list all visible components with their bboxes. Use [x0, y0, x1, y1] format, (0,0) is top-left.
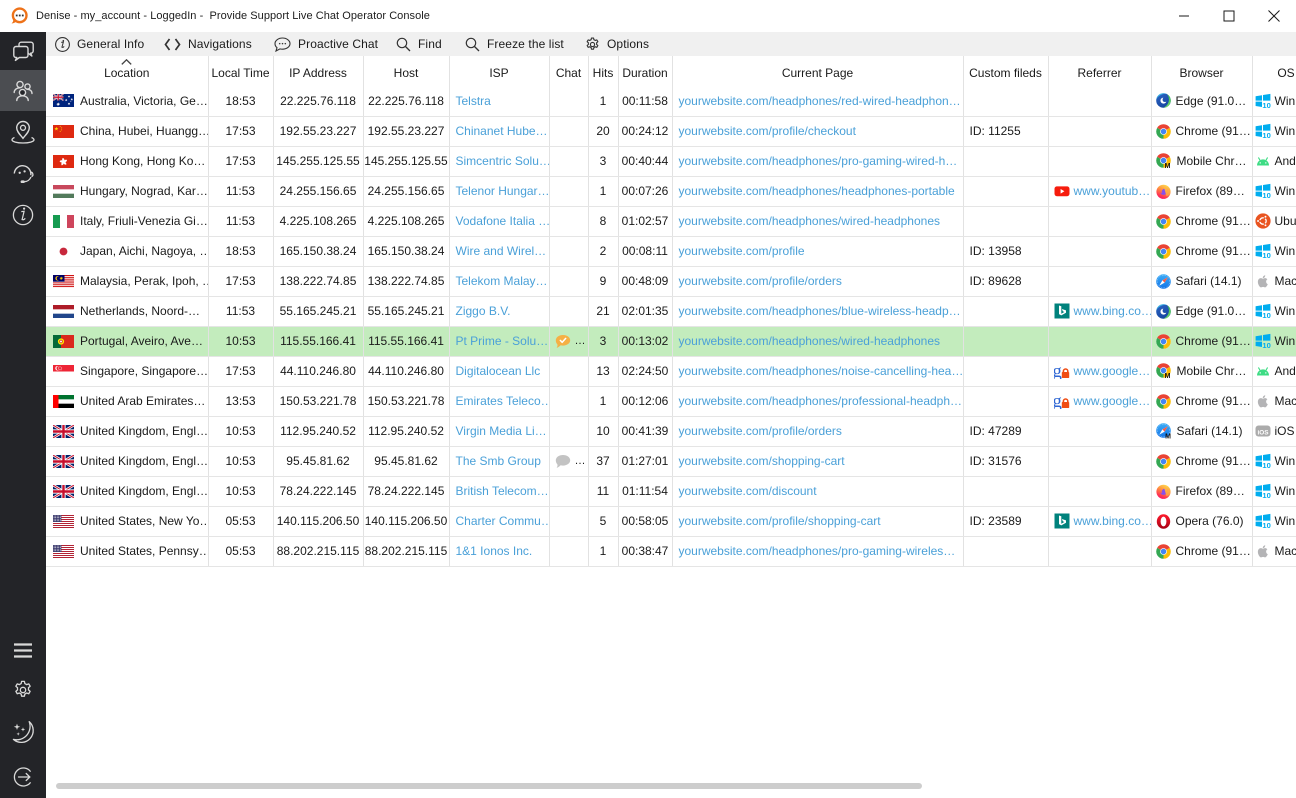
svg-text:10: 10: [1262, 191, 1270, 199]
svg-text:M: M: [1164, 373, 1170, 379]
svg-text:10: 10: [1262, 491, 1270, 499]
svg-text:10: 10: [1262, 461, 1270, 469]
svg-text:10: 10: [1262, 101, 1270, 109]
svg-text:10: 10: [1262, 521, 1270, 529]
svg-text:M: M: [1164, 163, 1170, 169]
svg-text:10: 10: [1262, 341, 1270, 349]
svg-text:g: g: [1054, 363, 1062, 379]
svg-text:iOS: iOS: [1257, 429, 1269, 436]
svg-text:g: g: [1054, 393, 1062, 409]
svg-text:10: 10: [1262, 131, 1270, 139]
svg-text:10: 10: [1262, 311, 1270, 319]
svg-text:M: M: [1165, 433, 1171, 439]
svg-text:10: 10: [1262, 251, 1270, 259]
